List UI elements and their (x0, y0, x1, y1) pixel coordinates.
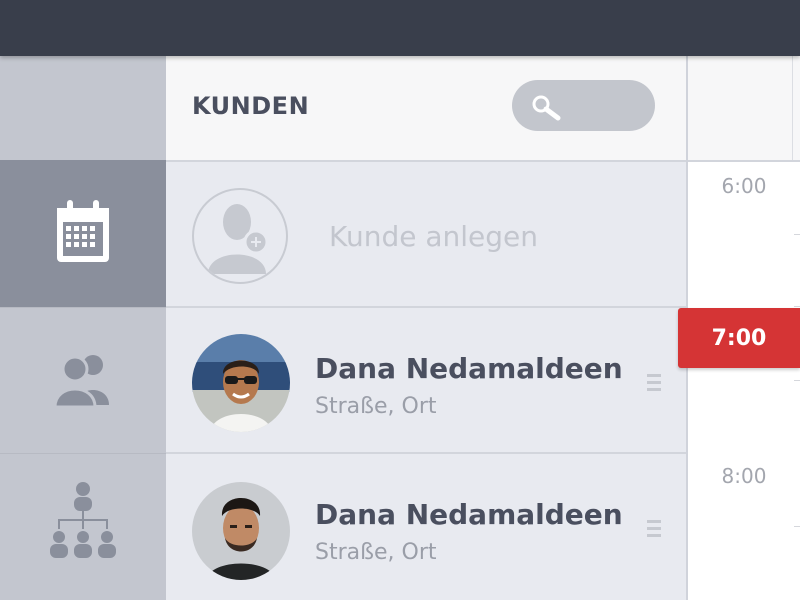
timeline-tick (794, 234, 800, 235)
current-time-label: 7:00 (711, 325, 767, 351)
timeline-divider (792, 56, 793, 160)
time-label: 8:00 (721, 464, 767, 488)
avatar (192, 482, 290, 580)
customer-name: Dana Nedamaldeen (315, 498, 623, 531)
timeline-tick (794, 526, 800, 527)
customer-row[interactable]: Dana Nedamaldeen Straße, Ort (166, 308, 686, 454)
calendar-icon (55, 199, 111, 268)
add-customer-row[interactable]: Kunde anlegen (166, 160, 686, 308)
sidebar-item-calendar[interactable] (0, 160, 166, 308)
avatar (192, 334, 290, 432)
top-bar (0, 0, 800, 56)
customer-row[interactable]: Dana Nedamaldeen Straße, Ort (166, 454, 686, 600)
add-customer-label: Kunde anlegen (329, 220, 539, 253)
sidebar-item-organisation[interactable] (0, 454, 166, 600)
users-icon (47, 351, 119, 411)
customer-address: Straße, Ort (315, 540, 437, 565)
drag-handle-icon[interactable] (647, 520, 661, 541)
search-field[interactable] (512, 80, 655, 131)
page-title: KUNDEN (192, 92, 310, 120)
sidebar-header (0, 56, 166, 161)
panel-header: KUNDEN (166, 56, 686, 162)
org-chart-icon (50, 481, 116, 573)
current-time-marker[interactable]: 7:00 (678, 308, 800, 368)
sidebar-item-users[interactable] (0, 308, 166, 454)
timeline-tick (794, 380, 800, 381)
customer-name: Dana Nedamaldeen (315, 352, 623, 385)
timeline-tick (794, 306, 800, 307)
drag-handle-icon[interactable] (647, 374, 661, 395)
customer-address: Straße, Ort (315, 394, 437, 419)
add-customer-avatar (192, 188, 288, 284)
time-label: 6:00 (721, 174, 767, 198)
sidebar (0, 56, 166, 600)
timeline-header (688, 56, 800, 162)
customer-panel: KUNDEN Kunde anlegen Dana Nedamaldeen St… (166, 56, 688, 600)
